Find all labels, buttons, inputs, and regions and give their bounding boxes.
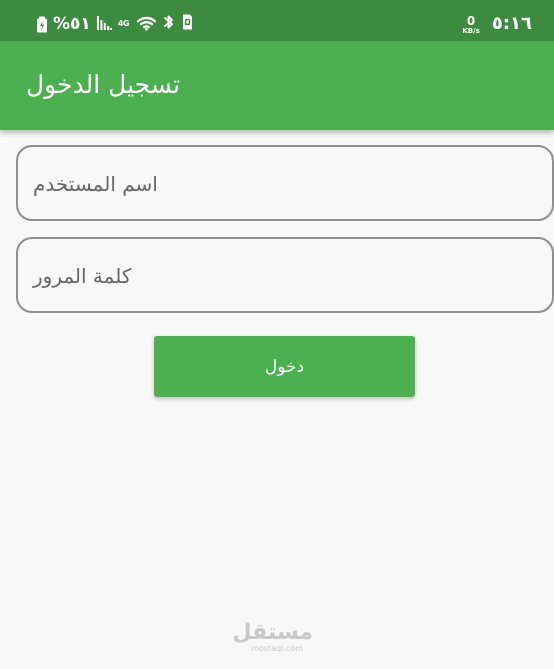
login-button[interactable]: دخول xyxy=(154,336,415,397)
battery-percentage: %٥١ xyxy=(53,13,91,34)
password-field[interactable]: كلمة المرور xyxy=(16,237,554,313)
status-time: ٥:١٦ xyxy=(491,13,532,34)
status-bar: %٥١ 4G 0 KB/s ٥:١٦ xyxy=(0,0,554,41)
battery-charging-icon xyxy=(36,16,48,33)
network-speed: 0 KB/s xyxy=(462,15,479,35)
page-title: تسجيل الدخول xyxy=(26,70,181,99)
signal-icon xyxy=(96,14,113,35)
password-placeholder: كلمة المرور xyxy=(33,264,132,288)
status-left-group: %٥١ 4G xyxy=(36,13,194,35)
network-type-label: 4G xyxy=(117,19,130,28)
login-button-label: دخول xyxy=(264,356,305,377)
login-screen: %٥١ 4G 0 KB/s ٥:١٦ تسجيل الدخول اسم المس… xyxy=(0,0,554,669)
wifi-icon xyxy=(136,13,157,36)
watermark-logo-text: مستقل xyxy=(232,620,313,645)
app-bar: تسجيل الدخول xyxy=(0,41,554,130)
watermark-url: mostaql.com xyxy=(251,644,303,653)
watermark: مستقل mostaql.com xyxy=(232,620,313,653)
sim-card-icon xyxy=(181,13,194,35)
network-speed-unit: KB/s xyxy=(462,26,480,35)
username-field[interactable]: اسم المستخدم xyxy=(16,145,554,221)
status-right-group: 0 KB/s ٥:١٦ xyxy=(462,13,532,35)
network-speed-value: 0 xyxy=(466,13,476,28)
username-placeholder: اسم المستخدم xyxy=(33,172,158,196)
bluetooth-icon xyxy=(162,13,176,35)
